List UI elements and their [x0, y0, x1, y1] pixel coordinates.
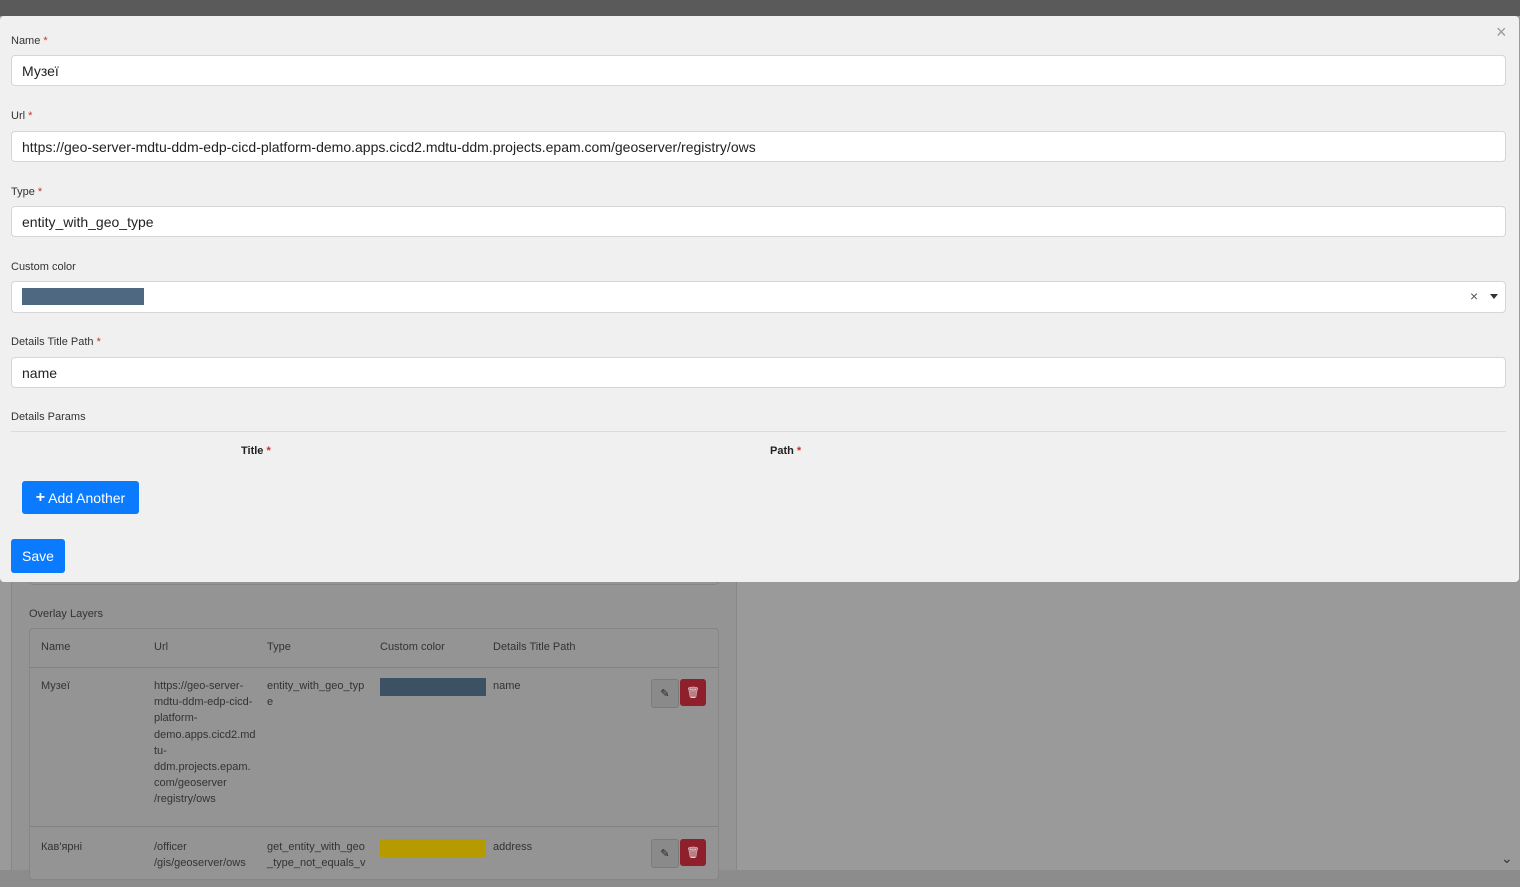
row-name: Музеї	[41, 680, 70, 692]
clear-icon[interactable]: ×	[1470, 288, 1478, 304]
row-url: /officer /gis/geoserver/ows	[154, 841, 246, 870]
column-header-url: Url	[154, 641, 169, 653]
custom-color-label: Custom color	[11, 261, 76, 273]
required-marker: *	[37, 186, 43, 198]
row-color-swatch	[380, 678, 486, 696]
row-type: entity_with_geo_typ e	[267, 680, 365, 709]
details-params-label: Details Params	[11, 411, 86, 423]
row-title-path: name	[493, 680, 521, 692]
edit-icon[interactable]: ✎	[651, 839, 679, 868]
chevron-down-icon[interactable]	[1490, 294, 1498, 299]
details-title-path-label: Details Title Path *	[11, 336, 101, 348]
edit-icon[interactable]: ✎	[651, 679, 679, 708]
row-url: https://geo-server- mdtu-ddm-edp-cicd- p…	[154, 680, 256, 806]
custom-color-select[interactable]: ×	[11, 281, 1506, 313]
type-input[interactable]	[11, 206, 1506, 237]
column-header-details-title-path: Details Title Path	[493, 641, 576, 653]
save-button[interactable]: Save	[11, 539, 65, 573]
details-title-path-input[interactable]	[11, 357, 1506, 388]
type-label: Type *	[11, 186, 43, 198]
name-label: Name *	[11, 35, 48, 47]
overlay-layers-table: Name Url Type Custom color Details Title…	[29, 628, 719, 880]
chevron-down-icon[interactable]: ⌄	[1501, 850, 1513, 867]
column-header-name: Name	[41, 641, 71, 653]
plus-icon: +	[35, 488, 46, 506]
top-bar	[0, 0, 1520, 16]
add-another-button[interactable]: + Add Another	[22, 481, 139, 514]
row-name: Кав'ярні	[41, 841, 83, 853]
column-header-path: Path *	[770, 445, 802, 457]
required-marker: *	[266, 445, 271, 457]
row-color-swatch	[380, 839, 486, 857]
url-label: Url *	[11, 110, 33, 122]
name-input[interactable]	[11, 55, 1506, 86]
edit-layer-modal: × Name * Url * Type * Custom color × Det…	[0, 16, 1519, 582]
required-marker: *	[43, 35, 48, 47]
table-header: Name Url Type Custom color Details Title…	[30, 629, 718, 668]
table-row: Кав'ярні /officer /gis/geoserver/ows get…	[30, 827, 718, 887]
close-icon[interactable]: ×	[1496, 22, 1507, 42]
column-header-type: Type	[267, 641, 291, 653]
column-header-custom-color: Custom color	[380, 641, 445, 653]
trash-icon[interactable]: 🗑	[680, 679, 706, 706]
url-input[interactable]	[11, 131, 1506, 162]
table-row: Музеї https://geo-server- mdtu-ddm-edp-c…	[30, 668, 718, 827]
required-marker: *	[96, 336, 101, 348]
column-header-title: Title *	[241, 445, 271, 457]
overlay-layers-label: Overlay Layers	[29, 608, 103, 620]
divider	[11, 431, 1506, 432]
required-marker: *	[796, 445, 802, 457]
row-title-path: address	[493, 841, 533, 853]
trash-icon[interactable]: 🗑	[680, 839, 706, 866]
selected-color-swatch	[22, 288, 144, 305]
required-marker: *	[28, 110, 33, 122]
row-type: get_entity_with_geo _type_not_equals_v	[267, 841, 366, 870]
